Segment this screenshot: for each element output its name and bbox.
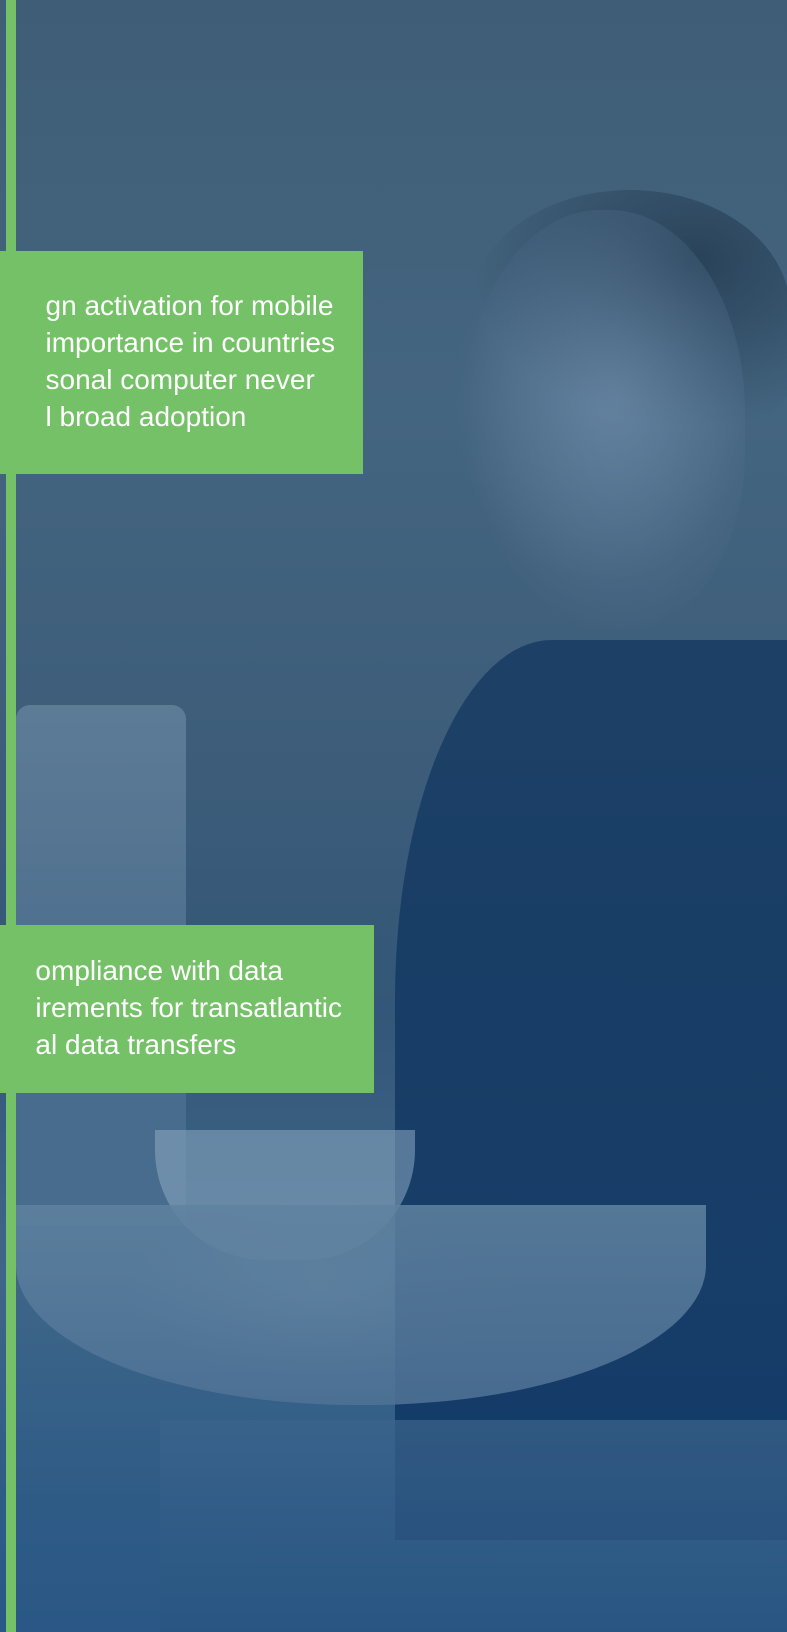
callout-line: gn activation for mobile — [45, 290, 334, 321]
callout-line: l broad adoption — [45, 401, 247, 432]
photo-woman-hair — [470, 190, 787, 430]
callout-line: al data transfers — [35, 1029, 237, 1060]
callout-text: ompliance with data irements for transat… — [35, 952, 342, 1063]
photo-coffee-cup — [155, 1130, 415, 1260]
photo-round-table — [16, 1205, 706, 1405]
callout-box-data-compliance: ompliance with data irements for transat… — [0, 925, 374, 1093]
photo-woman-face — [465, 210, 745, 630]
callout-line: importance in countries — [45, 327, 335, 358]
callout-line: ompliance with data — [35, 955, 283, 986]
callout-line: sonal computer never — [45, 364, 315, 395]
hero-photo-overlay — [0, 0, 787, 1632]
callout-text: gn activation for mobile importance in c… — [46, 287, 335, 435]
callout-line: irements for transatlantic — [35, 992, 342, 1023]
callout-box-mobile-activation: gn activation for mobile importance in c… — [0, 251, 363, 474]
photo-woman-shirt — [395, 640, 787, 1540]
photo-jeans — [160, 1420, 787, 1632]
vertical-accent-bar — [6, 0, 16, 1632]
